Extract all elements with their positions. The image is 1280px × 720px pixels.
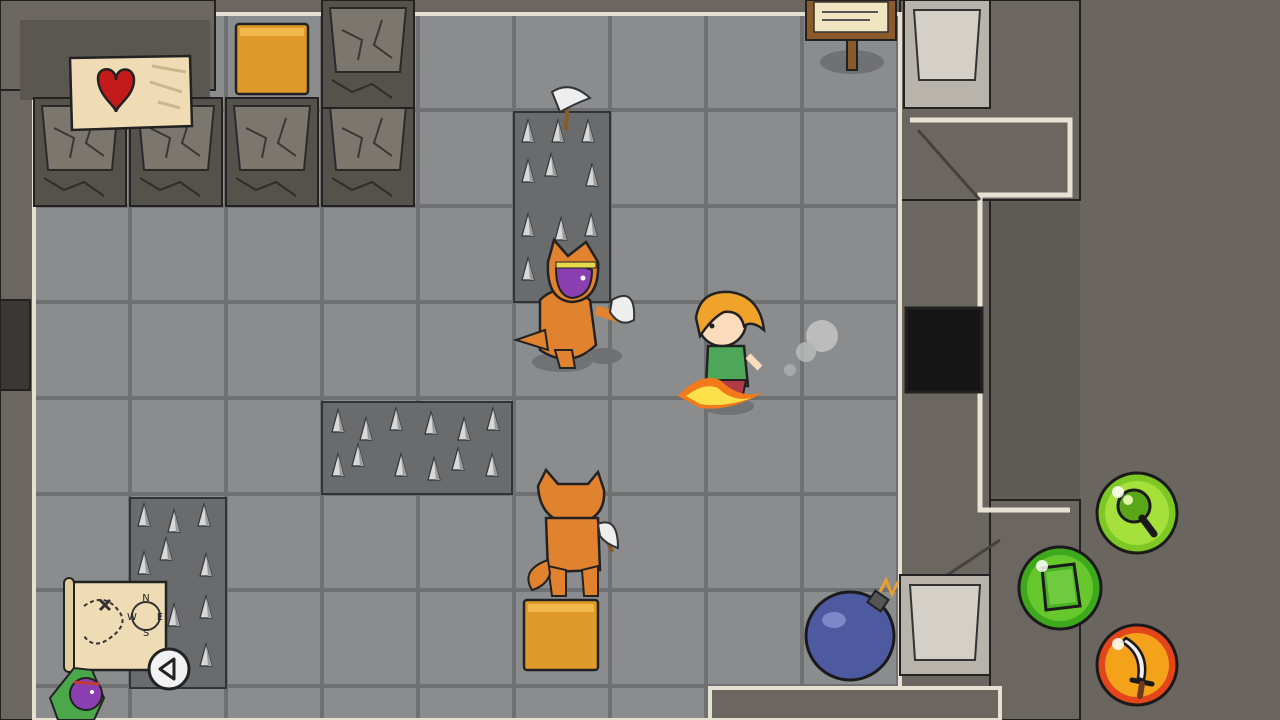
back-arrow-icon — [147, 647, 191, 691]
health-card — [66, 52, 194, 132]
heart-icon — [68, 54, 194, 132]
sword-action-button[interactable] — [1094, 622, 1180, 708]
back-button[interactable] — [146, 646, 192, 692]
magnify-action-button[interactable] — [1094, 470, 1180, 556]
game-viewport[interactable]: N W E S — [0, 0, 1280, 720]
green-block-icon — [1017, 545, 1103, 631]
magnifying-glass-icon — [1095, 471, 1179, 555]
orange-pressure-plate — [234, 22, 310, 96]
block-action-button[interactable] — [1016, 544, 1104, 632]
goblin-companion — [44, 658, 114, 720]
compass-north: N — [142, 593, 149, 604]
compass-east: E — [157, 612, 163, 623]
compass-west: W — [127, 612, 137, 623]
sword-icon — [1095, 623, 1179, 707]
compass-south: S — [143, 628, 149, 639]
orange-pressure-plate — [522, 598, 600, 672]
